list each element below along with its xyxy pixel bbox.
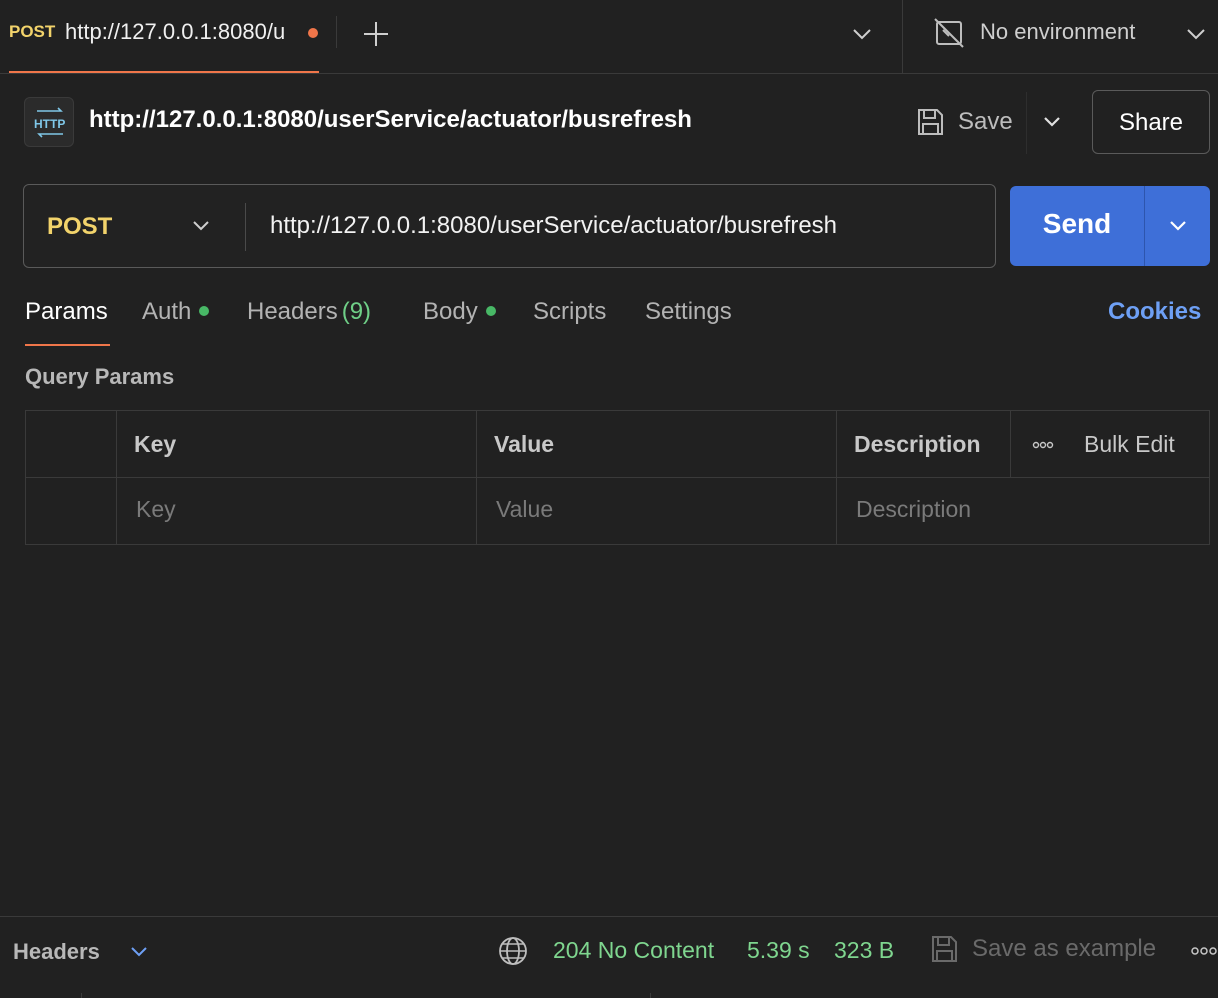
chevron-down-icon (1170, 221, 1186, 231)
tab-auth[interactable]: Auth (142, 298, 210, 326)
save-icon (932, 936, 957, 962)
method-divider (245, 203, 246, 251)
chevron-down-icon (853, 29, 871, 40)
query-params-heading: Query Params (25, 364, 175, 389)
svg-text:HTTP: HTTP (34, 117, 65, 131)
unsaved-dot-icon (308, 28, 318, 38)
share-label: Share (1118, 109, 1184, 136)
request-title[interactable]: http://127.0.0.1:8080/userService/actuat… (89, 106, 692, 134)
save-button[interactable]: Save (910, 100, 1022, 144)
share-button[interactable]: Share (1092, 90, 1210, 154)
response-more-button[interactable] (1190, 941, 1218, 961)
tab-auth-label: Auth (142, 298, 192, 325)
tab-settings-label: Settings (645, 298, 732, 325)
pane-divider (650, 993, 651, 998)
column-divider (116, 411, 117, 544)
table-more-button[interactable] (1028, 435, 1058, 455)
url-bar: POST (23, 184, 996, 268)
table-header-divider (26, 477, 1209, 478)
environment-divider (902, 0, 903, 74)
send-options-button[interactable] (1145, 186, 1210, 266)
response-section-label[interactable]: Headers (13, 939, 100, 965)
chevron-down-icon (1044, 117, 1060, 127)
new-tab-button[interactable] (360, 18, 392, 50)
chevron-down-icon (1187, 29, 1205, 40)
tab-title: http://127.0.0.1:8080/u (65, 19, 286, 44)
chevron-down-icon[interactable] (126, 939, 152, 965)
save-label: Save (958, 108, 1013, 135)
params-tab-underline (25, 344, 110, 346)
request-tab[interactable]: POST http://127.0.0.1:8080/u (0, 0, 320, 74)
cookies-link[interactable]: Cookies (1108, 298, 1201, 326)
column-header-description: Description (854, 431, 981, 457)
headers-count: (9) (341, 298, 372, 325)
tab-params[interactable]: Params (25, 298, 108, 326)
tab-scripts[interactable]: Scripts (533, 298, 606, 326)
send-label: Send (1042, 208, 1112, 239)
more-horizontal-icon (1032, 441, 1054, 449)
method-select[interactable]: POST (24, 185, 244, 267)
param-description-input[interactable] (856, 489, 1196, 529)
tab-method: POST (9, 22, 56, 41)
tab-body[interactable]: Body (423, 298, 496, 326)
save-divider (1026, 92, 1027, 154)
response-time[interactable]: 5.39 s (747, 937, 810, 964)
chevron-down-icon (193, 221, 209, 231)
tab-active-underline (9, 71, 319, 73)
globe-icon[interactable] (497, 935, 529, 967)
url-input[interactable] (270, 205, 970, 247)
tab-headers-label: Headers (247, 298, 338, 325)
tabs-dropdown-button[interactable] (848, 20, 876, 48)
query-params-table: Key Value Description Bulk Edit (25, 410, 1210, 545)
column-header-value: Value (494, 431, 555, 457)
tab-scripts-label: Scripts (533, 298, 607, 325)
save-icon (918, 109, 943, 135)
tab-settings[interactable]: Settings (645, 298, 732, 326)
tab-body-label: Body (423, 298, 478, 325)
auth-indicator-dot-icon (199, 305, 210, 316)
method-value: POST (47, 213, 113, 240)
column-header-key: Key (134, 431, 177, 457)
param-value-input[interactable] (496, 489, 826, 529)
environment-selector[interactable]: No environment (930, 14, 1218, 54)
save-as-example-button[interactable]: Save as example (972, 935, 1156, 963)
column-divider (1010, 411, 1011, 477)
response-bar: Headers 204 No Content 5.39 s 323 B Save… (0, 916, 1218, 998)
environment-label: No environment (980, 19, 1136, 44)
tab-params-label: Params (25, 298, 108, 325)
http-icon: HTTP (24, 97, 74, 147)
response-status[interactable]: 204 No Content (553, 937, 714, 964)
column-divider (476, 411, 477, 544)
bulk-edit-button[interactable]: Bulk Edit (1084, 431, 1175, 458)
response-size[interactable]: 323 B (834, 937, 894, 964)
column-divider (836, 411, 837, 544)
body-indicator-dot-icon (485, 305, 496, 316)
send-button[interactable]: Send (1010, 186, 1144, 266)
more-horizontal-icon (1191, 947, 1217, 955)
plus-icon (364, 22, 388, 46)
tab-divider (336, 16, 337, 48)
save-options-button[interactable] (1038, 108, 1066, 136)
param-key-input[interactable] (136, 489, 466, 529)
no-environment-icon (934, 18, 964, 48)
pane-divider (81, 993, 82, 998)
tab-headers[interactable]: Headers (9) (247, 298, 371, 326)
tab-bar: POST http://127.0.0.1:8080/u No environm… (0, 0, 1218, 74)
